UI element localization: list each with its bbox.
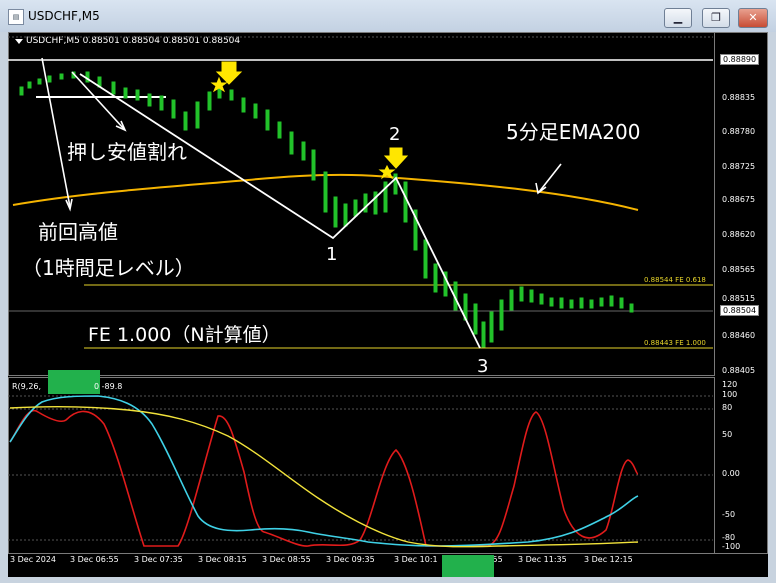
ema200-annotation: 5分足EMA200 [506, 120, 641, 144]
chart-area[interactable]: USDCHF,M5 0.88501 0.88504 0.88501 0.8850… [8, 32, 768, 577]
time-axis-label: 3 Dec 10:1 [394, 555, 438, 564]
price-axis-label: 0.88565 [722, 265, 756, 274]
wave-point-3: 3 [477, 356, 489, 377]
rci-axis-label: 100 [722, 390, 738, 399]
restore-button[interactable]: ❐ [702, 8, 730, 28]
time-axis-label: 3 Dec 07:35 [134, 555, 183, 564]
fe-calc-annotation: FE 1.000（N計算値） [88, 324, 281, 346]
close-button[interactable]: ✕ [738, 8, 768, 28]
fe-618-label: 0.88544 FE 0.618 [644, 276, 706, 284]
time-axis-label: 3 Dec 12:15 [584, 555, 633, 564]
time-axis-label: 3 Dec 2024 [10, 555, 57, 564]
price-axis-label: 0.88780 [722, 127, 756, 136]
window-titlebar: ▤ USDCHF,M5 ▁ ❐ ✕ [0, 0, 776, 32]
wave-point-2: 2 [389, 124, 401, 145]
rci-axis-label: 80 [722, 403, 733, 412]
time-axis-overlay [442, 555, 494, 577]
price-axis-label: 0.88405 [722, 366, 756, 375]
time-axis-label: 3 Dec 08:55 [262, 555, 311, 564]
price-axis-label: 0.88460 [722, 331, 756, 340]
fe-1000-label: 0.88443 FE 1.000 [644, 339, 706, 347]
previous-high-annotation: 前回高値 [38, 220, 118, 244]
time-axis-label: 3 Dec 09:35 [326, 555, 375, 564]
window-title: USDCHF,M5 [28, 9, 100, 23]
wave-point-1: 1 [326, 244, 338, 265]
rci-axis-label: 50 [722, 430, 733, 439]
time-axis-label: 3 Dec 11:35 [518, 555, 567, 564]
price-axis-label: 0.88515 [722, 294, 756, 303]
chart-drawing [8, 36, 713, 548]
price-axis-label: 0.88675 [722, 195, 756, 204]
rci-axis-label: 120 [722, 380, 738, 389]
previous-high-sub-annotation: （1時間足レベル） [22, 256, 195, 280]
price-axis-label: 0.88620 [722, 230, 756, 239]
minimize-button[interactable]: ▁ [664, 8, 692, 28]
price-tag-prev-high: 0.88890 [720, 54, 760, 65]
pushback-low-break-annotation: 押し安値割れ [67, 140, 187, 164]
price-axis-label: 0.88835 [722, 93, 756, 102]
current-price-tag: 0.88504 [720, 305, 760, 316]
price-axis-label: 0.88725 [722, 162, 756, 171]
rci-header: R(9,26, [12, 382, 42, 391]
time-axis-label: 3 Dec 08:15 [198, 555, 247, 564]
rci-axis-label: -80 [722, 533, 736, 542]
time-axis-label: 3 Dec 06:55 [70, 555, 119, 564]
rci-axis-label: 0.00 [722, 469, 740, 478]
rci-axis-label: -50 [722, 510, 736, 519]
rci-header-overlay [48, 370, 100, 394]
chart-window-icon: ▤ [8, 9, 24, 25]
rci-axis-label: -100 [722, 542, 741, 551]
rci-header-tail: 0 -89.8 [94, 382, 123, 391]
